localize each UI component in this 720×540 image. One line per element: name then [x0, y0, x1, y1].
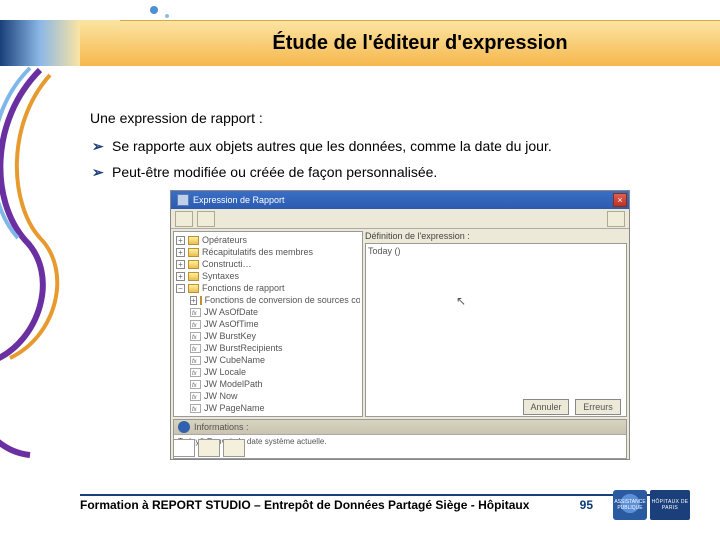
close-icon[interactable]: ×: [613, 193, 627, 207]
fx-item[interactable]: JW BurstRecipients: [204, 342, 283, 354]
fx-item[interactable]: JW CubeName: [204, 354, 265, 366]
tree-item[interactable]: Fonctions de rapport: [202, 282, 285, 294]
expression-value: Today (): [368, 246, 401, 256]
bullet-1: Se rapporte aux objets autres que les do…: [112, 138, 700, 154]
fx-item[interactable]: JW Locale: [204, 366, 246, 378]
toolbar: [171, 209, 629, 229]
tree-item[interactable]: Constructi…: [202, 258, 252, 270]
info-icon: [178, 421, 190, 433]
footer-logo: ASSISTANCE PUBLIQUE HÔPITAUX DE PARIS: [613, 490, 690, 520]
fx-item[interactable]: JW PageName: [204, 402, 265, 414]
tree-subitem[interactable]: Fonctions de conversion de sources comm…: [205, 294, 360, 306]
window-title: Expression de Rapport: [193, 195, 285, 205]
logo-hopitaux-paris: HÔPITAUX DE PARIS: [650, 490, 690, 520]
fx-item[interactable]: JW BurstKey: [204, 330, 256, 342]
footer: Formation à REPORT STUDIO – Entrepôt de …: [80, 490, 690, 520]
expression-textarea[interactable]: Today () ↖: [365, 243, 627, 417]
embedded-screenshot: Expression de Rapport × +Opérateurs +Réc…: [170, 190, 630, 460]
tree-item[interactable]: Syntaxes: [202, 270, 239, 282]
info-title: Informations :: [194, 422, 249, 432]
cursor-icon: ↖: [456, 294, 466, 308]
cancel-button[interactable]: Annuler: [523, 399, 569, 415]
header-bar: Étude de l'éditeur d'expression: [120, 20, 720, 66]
logo-assistance-publique: ASSISTANCE PUBLIQUE: [613, 490, 647, 520]
content-area: Une expression de rapport : Se rapporte …: [90, 110, 700, 470]
tree-item[interactable]: Opérateurs: [202, 234, 247, 246]
intro-text: Une expression de rapport :: [90, 110, 700, 126]
function-tree[interactable]: +Opérateurs +Récapitulatifs des membres …: [173, 231, 363, 417]
bottom-tabs: [173, 439, 245, 457]
tab-3[interactable]: [223, 439, 245, 457]
decorative-swirl: [0, 60, 90, 460]
tab-1[interactable]: [173, 439, 195, 457]
fx-item[interactable]: JW Now: [204, 390, 238, 402]
fx-item[interactable]: JW AsOfTime: [204, 318, 259, 330]
app-icon: [177, 194, 189, 206]
fx-item[interactable]: JW ModelPath: [204, 378, 263, 390]
fx-item[interactable]: JW AsOfDate: [204, 306, 258, 318]
fx-item[interactable]: JW PageNumber: [204, 414, 273, 417]
bullet-2: Peut-être modifiée ou créée de façon per…: [112, 164, 700, 180]
toolbar-btn-2[interactable]: [197, 211, 215, 227]
errors-button[interactable]: Erreurs: [575, 399, 621, 415]
decor-dot-small: [165, 14, 169, 18]
page-number: 95: [580, 498, 593, 512]
toolbar-btn-1[interactable]: [175, 211, 193, 227]
page-title: Étude de l'éditeur d'expression: [272, 32, 567, 55]
toolbar-btn-3[interactable]: [607, 211, 625, 227]
footer-text: Formation à REPORT STUDIO – Entrepôt de …: [80, 498, 529, 512]
expression-label: Définition de l'expression :: [365, 231, 627, 241]
tree-item[interactable]: Récapitulatifs des membres: [202, 246, 313, 258]
window-titlebar: Expression de Rapport ×: [171, 191, 629, 209]
dialog-body: +Opérateurs +Récapitulatifs des membres …: [171, 229, 629, 419]
expression-panel: Définition de l'expression : Today () ↖: [365, 231, 627, 417]
decor-dot: [150, 6, 158, 14]
tab-2[interactable]: [198, 439, 220, 457]
